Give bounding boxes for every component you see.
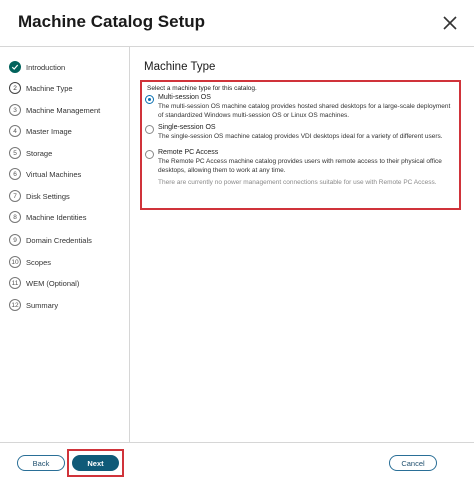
step-machine-identities[interactable]: 8 Machine Identities <box>9 209 86 225</box>
close-icon[interactable] <box>441 14 459 32</box>
step-label: Summary <box>26 300 59 310</box>
step-disk-settings[interactable]: 7 Disk Settings <box>9 188 70 204</box>
machine-type-panel: Machine Type Select a machine type for t… <box>131 47 474 442</box>
step-label: Scopes <box>26 257 52 267</box>
step-label: WEM (Optional) <box>26 278 80 288</box>
step-label: Introduction <box>26 62 66 72</box>
step-label: Machine Identities <box>26 212 87 222</box>
step-number: 9 <box>9 234 21 246</box>
remote-pc-access-radio[interactable] <box>145 150 154 159</box>
section-title: Machine Type <box>144 61 216 73</box>
option-multi-session-os[interactable]: Multi-session OS The multi-session OS ma… <box>145 94 455 122</box>
multi-session-radio[interactable] <box>145 95 154 104</box>
step-number: 5 <box>9 147 21 159</box>
step-number: 11 <box>9 277 21 289</box>
back-button[interactable]: Back <box>17 455 65 471</box>
step-master-image[interactable]: 4 Master Image <box>9 123 72 139</box>
option-description: The multi-session OS machine catalog pro… <box>158 103 451 119</box>
option-label: Remote PC Access <box>158 149 219 156</box>
option-label: Multi-session OS <box>158 94 211 101</box>
step-domain-credentials[interactable]: 9 Domain Credentials <box>9 232 92 248</box>
next-button[interactable]: Next <box>72 455 119 471</box>
cancel-button[interactable]: Cancel <box>389 455 437 471</box>
machine-catalog-setup-dialog: Machine Catalog Setup Introduction 2 Mac… <box>0 0 474 482</box>
step-introduction[interactable]: Introduction <box>9 59 65 75</box>
step-number: 12 <box>9 299 21 311</box>
step-label: Disk Settings <box>26 191 70 201</box>
option-single-session-os[interactable]: Single-session OS The single-session OS … <box>145 124 455 144</box>
step-number: 3 <box>9 104 21 116</box>
step-label: Storage <box>26 148 53 158</box>
step-number: 8 <box>9 211 21 223</box>
step-label: Machine Type <box>26 83 73 93</box>
wizard-steps-sidebar: Introduction 2 Machine Type 3 Machine Ma… <box>0 47 130 442</box>
dialog-header: Machine Catalog Setup <box>0 0 474 44</box>
step-machine-type[interactable]: 2 Machine Type <box>9 80 73 96</box>
machine-type-intro: Select a machine type for this catalog. <box>147 85 257 92</box>
step-storage[interactable]: 5 Storage <box>9 145 52 161</box>
step-number: 7 <box>9 190 21 202</box>
step-summary[interactable]: 12 Summary <box>9 297 58 313</box>
machine-type-options-highlight: Select a machine type for this catalog. … <box>140 80 461 210</box>
step-virtual-machines[interactable]: 6 Virtual Machines <box>9 166 81 182</box>
remote-pc-note: There are currently no power management … <box>158 179 437 186</box>
step-scopes[interactable]: 10 Scopes <box>9 254 51 270</box>
step-label: Master Image <box>26 126 72 136</box>
step-wem-optional[interactable]: 11 WEM (Optional) <box>9 275 79 291</box>
step-number: 2 <box>9 82 21 94</box>
step-number: 6 <box>9 168 21 180</box>
step-label: Virtual Machines <box>26 169 82 179</box>
single-session-radio[interactable] <box>145 125 154 134</box>
option-label: Single-session OS <box>158 124 216 131</box>
checkmark-icon <box>9 61 21 73</box>
step-number: 10 <box>9 256 21 268</box>
option-description: The single-session OS machine catalog pr… <box>158 133 443 140</box>
step-label: Machine Management <box>26 105 101 115</box>
footer-divider <box>0 442 474 443</box>
option-remote-pc-access[interactable]: Remote PC Access The Remote PC Access ma… <box>145 149 455 177</box>
step-number: 4 <box>9 125 21 137</box>
dialog-title: Machine Catalog Setup <box>18 12 206 31</box>
step-label: Domain Credentials <box>26 235 92 245</box>
option-description: The Remote PC Access machine catalog pro… <box>158 158 442 174</box>
step-machine-management[interactable]: 3 Machine Management <box>9 102 100 118</box>
